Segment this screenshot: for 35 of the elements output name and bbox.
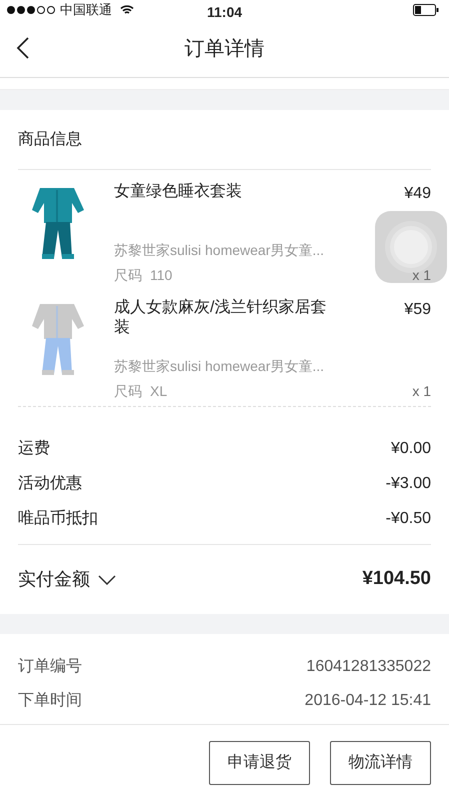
signal-icon: [6, 5, 56, 15]
size-label: 尺码: [114, 266, 142, 285]
carrier-name: 中国联通: [60, 1, 112, 20]
fee-label: 运费: [18, 438, 50, 458]
info-label: 订单编号: [18, 656, 82, 677]
fee-label: 活动优惠: [18, 474, 82, 494]
fee-value: ¥0.00: [390, 438, 431, 458]
fee-value: -¥3.00: [386, 474, 431, 494]
product-price: ¥49: [404, 184, 431, 204]
product-name: 女童绿色睡衣套装: [114, 182, 243, 202]
size-label: 尺码: [114, 382, 142, 401]
total-amount: ¥104.50: [362, 567, 431, 592]
fee-value: -¥0.50: [386, 508, 431, 528]
battery-icon: [413, 4, 439, 16]
product-name: 成人女款麻灰/浅兰针织家居套装: [114, 298, 328, 338]
info-value: 2016-04-12 15:41: [304, 691, 431, 711]
page-title: 订单详情: [184, 36, 264, 62]
info-label: 下单时间: [18, 690, 82, 711]
info-value: 16041281335022: [306, 657, 431, 677]
size-value: XL: [150, 382, 168, 401]
fee-label: 唯品币抵扣: [18, 508, 98, 528]
wifi-icon: [120, 5, 134, 15]
action-button[interactable]: 申请退货: [209, 741, 310, 785]
quantity: x 1: [412, 266, 431, 285]
status-time: 11:04: [206, 3, 242, 22]
product-description: 苏黎世家sulisi homewear男女童...: [114, 357, 326, 376]
product-description: 苏黎世家sulisi homewear男女童...: [114, 241, 326, 260]
size-value: 110: [150, 266, 172, 285]
total-label: 实付金额: [18, 568, 90, 591]
product-price: ¥59: [404, 300, 431, 320]
quantity: x 1: [412, 382, 431, 401]
section-heading: 商品信息: [18, 110, 431, 170]
action-button[interactable]: 物流详情: [330, 741, 431, 785]
back-icon[interactable]: [16, 36, 30, 61]
chevron-icon[interactable]: [98, 574, 116, 584]
